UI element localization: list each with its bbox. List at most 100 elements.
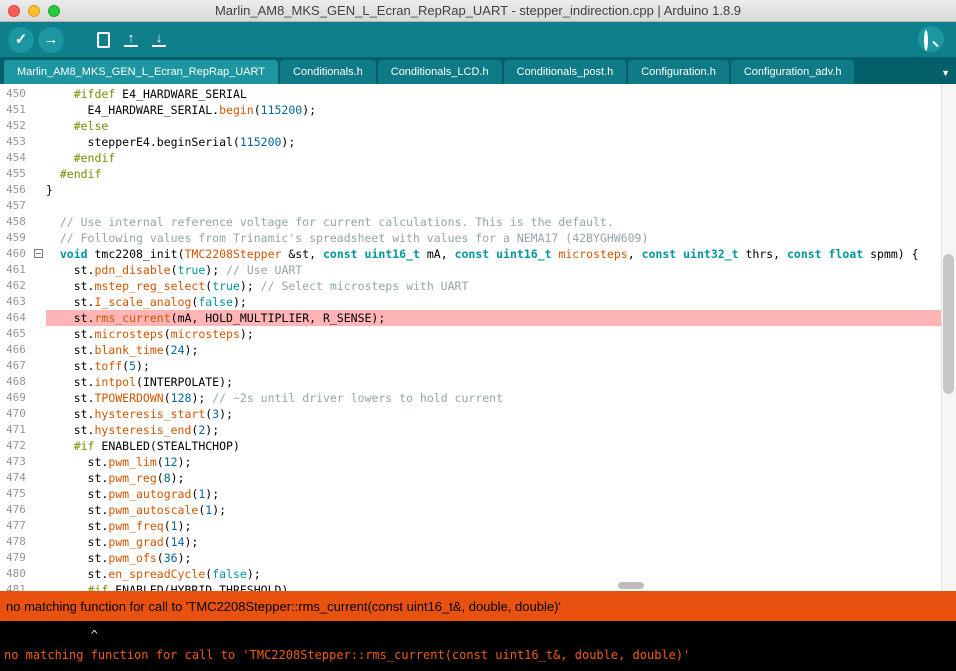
code-line[interactable]: 465 st.microsteps(microsteps);: [0, 326, 956, 342]
gutter-fold-column: [34, 358, 46, 374]
gutter-fold-column: [34, 406, 46, 422]
code-text: #endif: [59, 167, 102, 181]
line-number: 469: [0, 390, 34, 406]
gutter-fold-column: [34, 166, 46, 182]
code-line[interactable]: 451 E4_HARDWARE_SERIAL.begin(115200);: [0, 102, 956, 118]
line-number: 456: [0, 182, 34, 198]
code-line[interactable]: 468 st.intpol(INTERPOLATE);: [0, 374, 956, 390]
code-line[interactable]: 476 st.pwm_autoscale(1);: [0, 502, 956, 518]
line-number: 473: [0, 454, 34, 470]
tab-Configuration.h[interactable]: Configuration.h: [628, 60, 729, 84]
code-text: st.mstep_reg_select(true); // Select mic…: [46, 279, 469, 293]
tab-menu-button[interactable]: ▼: [941, 69, 950, 78]
tab-Conditionals.h[interactable]: Conditionals.h: [280, 60, 376, 84]
code-line[interactable]: 452 #else: [0, 118, 956, 134]
code-text: // Use internal reference voltage for cu…: [59, 215, 614, 229]
code-line[interactable]: 475 st.pwm_autograd(1);: [0, 486, 956, 502]
code-line[interactable]: 455 #endif: [0, 166, 956, 182]
verify-button[interactable]: ✓: [8, 26, 34, 53]
minimize-button[interactable]: [28, 4, 40, 17]
code-line[interactable]: 474 st.pwm_reg(8);: [0, 470, 956, 486]
code-text: st.pwm_freq(1);: [46, 519, 192, 533]
code-line[interactable]: 450 #ifdef E4_HARDWARE_SERIAL: [0, 86, 956, 102]
line-number: 476: [0, 502, 34, 518]
horizontal-scrollbar-thumb[interactable]: [618, 582, 644, 589]
serial-monitor-button[interactable]: [918, 26, 944, 52]
code-text: #endif: [73, 151, 116, 165]
code-line[interactable]: 460 void tmc2208_init(TMC2208Stepper &st…: [0, 246, 956, 262]
gutter-fold-column: [34, 246, 46, 262]
code-line[interactable]: 454 #endif: [0, 150, 956, 166]
gutter-fold-column: [34, 150, 46, 166]
line-number: 457: [0, 198, 34, 214]
code-line[interactable]: 457: [0, 198, 956, 214]
code-line[interactable]: 470 st.hysteresis_start(3);: [0, 406, 956, 422]
new-sketch-button[interactable]: [90, 27, 116, 53]
code-text: #else: [73, 119, 109, 133]
code-line[interactable]: 458 // Use internal reference voltage fo…: [0, 214, 956, 230]
code-text: st.intpol(INTERPOLATE);: [46, 375, 233, 389]
gutter-fold-column: [34, 582, 46, 591]
gutter-fold-column: [34, 390, 46, 406]
code-line[interactable]: 469 st.TPOWERDOWN(128); // ~2s until dri…: [0, 390, 956, 406]
code-text: st.pwm_ofs(36);: [46, 551, 192, 565]
magnifier-icon: [924, 30, 939, 51]
line-number: 462: [0, 278, 34, 294]
gutter-fold-column: [34, 310, 46, 326]
code-line[interactable]: 480 st.en_spreadCycle(false);: [0, 566, 956, 582]
vertical-scrollbar-thumb[interactable]: [943, 254, 954, 394]
code-line[interactable]: 478 st.pwm_grad(14);: [0, 534, 956, 550]
line-number: 454: [0, 150, 34, 166]
save-button[interactable]: ↓: [146, 27, 172, 53]
tab-Conditionals_LCD.h[interactable]: Conditionals_LCD.h: [377, 60, 502, 84]
code-line[interactable]: 471 st.hysteresis_end(2);: [0, 422, 956, 438]
vertical-scrollbar[interactable]: [941, 84, 956, 591]
open-button[interactable]: ↑: [118, 27, 144, 53]
code-line[interactable]: 462 st.mstep_reg_select(true); // Select…: [0, 278, 956, 294]
code-text: st.blank_time(24);: [46, 343, 199, 357]
zoom-button[interactable]: [48, 4, 60, 17]
console-output[interactable]: ^ no matching function for call to 'TMC22…: [0, 621, 956, 671]
line-number: 461: [0, 262, 34, 278]
code-line[interactable]: 459 // Following values from Trinamic's …: [0, 230, 956, 246]
tab-Conditionals_post.h[interactable]: Conditionals_post.h: [503, 60, 627, 84]
fold-marker-icon[interactable]: [34, 249, 43, 258]
code-line[interactable]: 467 st.toff(5);: [0, 358, 956, 374]
editor[interactable]: 450 #ifdef E4_HARDWARE_SERIAL 451 E4_HARD…: [0, 84, 956, 591]
code-text: st.hysteresis_start(3);: [46, 407, 233, 421]
code-line[interactable]: 472 #if ENABLED(STEALTHCHOP): [0, 438, 956, 454]
line-number: 470: [0, 406, 34, 422]
tab-Configuration_adv.h[interactable]: Configuration_adv.h: [730, 60, 855, 84]
code-line[interactable]: 464 st.rms_current(mA, HOLD_MULTIPLIER, …: [0, 310, 956, 326]
code-text: st.TPOWERDOWN(128); // ~2s until driver …: [46, 391, 504, 405]
page-icon: [96, 31, 110, 48]
code-text: st.pwm_autograd(1);: [46, 487, 220, 501]
code-text: st.en_spreadCycle(false);: [46, 567, 261, 581]
line-number: 468: [0, 374, 34, 390]
code-text: st.pdn_disable(true); // Use UART: [46, 263, 303, 277]
code-line[interactable]: 479 st.pwm_ofs(36);: [0, 550, 956, 566]
code-text: st.I_scale_analog(false);: [46, 295, 247, 309]
code-line[interactable]: 477 st.pwm_freq(1);: [0, 518, 956, 534]
code-text: st.pwm_lim(12);: [46, 455, 192, 469]
gutter-fold-column: [34, 550, 46, 566]
code-line[interactable]: 453 stepperE4.beginSerial(115200);: [0, 134, 956, 150]
window-titlebar: Marlin_AM8_MKS_GEN_L_Ecran_RepRap_UART -…: [0, 0, 956, 22]
line-number: 479: [0, 550, 34, 566]
upload-button[interactable]: →: [38, 26, 64, 53]
window-title: Marlin_AM8_MKS_GEN_L_Ecran_RepRap_UART -…: [214, 3, 742, 18]
gutter-fold-column: [34, 134, 46, 150]
code-line[interactable]: 461 st.pdn_disable(true); // Use UART: [0, 262, 956, 278]
gutter-fold-column: [34, 342, 46, 358]
tab-Marlin_AM8_MKS_GEN_L_Ecran_RepRap_UART[interactable]: Marlin_AM8_MKS_GEN_L_Ecran_RepRap_UART: [4, 60, 279, 84]
code-area[interactable]: 450 #ifdef E4_HARDWARE_SERIAL 451 E4_HARD…: [0, 84, 956, 591]
code-text: stepperE4.beginSerial(115200);: [46, 135, 296, 149]
code-line[interactable]: 473 st.pwm_lim(12);: [0, 454, 956, 470]
close-button[interactable]: [8, 4, 20, 17]
code-line[interactable]: 456}: [0, 182, 956, 198]
code-line[interactable]: 463 st.I_scale_analog(false);: [0, 294, 956, 310]
code-line[interactable]: 481 #if ENABLED(HYBRID_THRESHOLD): [0, 582, 956, 591]
line-number: 455: [0, 166, 34, 182]
code-line[interactable]: 466 st.blank_time(24);: [0, 342, 956, 358]
gutter-fold-column: [34, 118, 46, 134]
